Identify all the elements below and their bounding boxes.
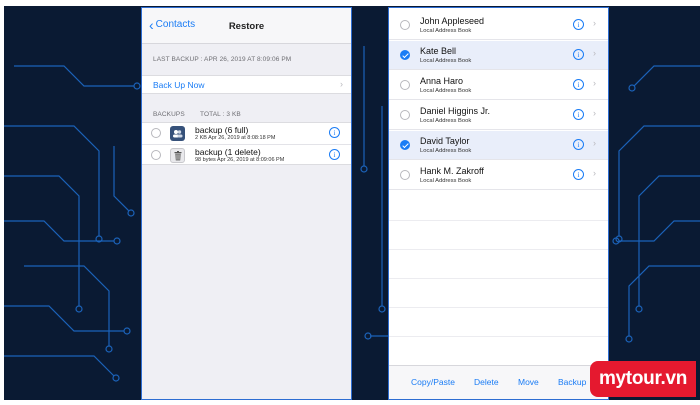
- back-up-now-label: Back Up Now: [153, 80, 205, 90]
- backup-meta: 98 bytes Apr 26, 2019 at 8:09:06 PM: [195, 157, 285, 163]
- backups-header: BACKUPS: [153, 111, 185, 118]
- contact-name: David Taylor: [420, 136, 470, 146]
- divider: [389, 249, 608, 250]
- contact-select-radio[interactable]: [400, 170, 410, 180]
- chevron-right-icon: ›: [593, 168, 596, 178]
- contact-name: Hank M. Zakroff: [420, 166, 484, 176]
- contact-name: Daniel Higgins Jr.: [420, 106, 491, 116]
- contact-select-radio[interactable]: [400, 20, 410, 30]
- info-icon[interactable]: i: [573, 49, 584, 60]
- contact-source: Local Address Book: [420, 148, 472, 154]
- chevron-right-icon: ›: [593, 48, 596, 58]
- contact-name: Anna Haro: [420, 76, 464, 86]
- contact-source: Local Address Book: [420, 58, 472, 64]
- contact-row[interactable]: John Appleseed Local Address Book i ›: [389, 11, 608, 40]
- info-icon[interactable]: i: [329, 127, 340, 138]
- total-size-header: TOTAL : 3 KB: [200, 111, 241, 118]
- copy-paste-button[interactable]: Copy/Paste: [411, 377, 455, 387]
- contacts-icon: [170, 126, 185, 141]
- backups-list: backup (6 full) 2 KB Apr 26, 2019 at 8:0…: [142, 122, 351, 165]
- backup-meta: 2 KB Apr 26, 2019 at 8:08:18 PM: [195, 135, 276, 141]
- backup-select-radio[interactable]: [151, 150, 161, 160]
- info-icon[interactable]: i: [329, 149, 340, 160]
- move-button[interactable]: Move: [518, 377, 539, 387]
- info-icon[interactable]: i: [573, 139, 584, 150]
- contact-select-radio[interactable]: [400, 140, 410, 150]
- contact-select-radio[interactable]: [400, 80, 410, 90]
- contact-row[interactable]: Anna Haro Local Address Book i ›: [389, 71, 608, 100]
- divider: [389, 278, 608, 279]
- backup-row[interactable]: backup (6 full) 2 KB Apr 26, 2019 at 8:0…: [142, 123, 351, 144]
- chevron-right-icon: ›: [593, 138, 596, 148]
- contact-select-radio[interactable]: [400, 110, 410, 120]
- backup-row[interactable]: backup (1 delete) 98 bytes Apr 26, 2019 …: [142, 144, 351, 165]
- restore-screen: ‹ Contacts Restore LAST BACKUP : APR 26,…: [141, 7, 352, 400]
- contacts-screen: John Appleseed Local Address Book i › Ka…: [388, 7, 609, 400]
- restore-navbar: ‹ Contacts Restore: [142, 8, 351, 44]
- divider: [389, 220, 608, 221]
- backup-select-radio[interactable]: [151, 128, 161, 138]
- contact-row[interactable]: Daniel Higgins Jr. Local Address Book i …: [389, 101, 608, 130]
- info-icon[interactable]: i: [573, 79, 584, 90]
- backup-name: backup (1 delete): [195, 147, 261, 157]
- screenshot-stage: ‹ Contacts Restore LAST BACKUP : APR 26,…: [0, 0, 700, 405]
- contact-row[interactable]: Hank M. Zakroff Local Address Book i ›: [389, 161, 608, 190]
- contact-source: Local Address Book: [420, 118, 472, 124]
- watermark-logo: mytour.vn: [590, 361, 696, 397]
- contact-source: Local Address Book: [420, 178, 472, 184]
- backup-name: backup (6 full): [195, 125, 249, 135]
- trash-icon: [170, 148, 185, 163]
- info-icon[interactable]: i: [573, 19, 584, 30]
- contact-source: Local Address Book: [420, 88, 472, 94]
- contact-row[interactable]: David Taylor Local Address Book i ›: [389, 131, 608, 160]
- info-icon[interactable]: i: [573, 169, 584, 180]
- contact-select-radio[interactable]: [400, 50, 410, 60]
- contact-source: Local Address Book: [420, 28, 472, 34]
- contact-row[interactable]: Kate Bell Local Address Book i ›: [389, 41, 608, 70]
- chevron-right-icon: ›: [593, 78, 596, 88]
- chevron-right-icon: ›: [340, 79, 343, 89]
- chevron-right-icon: ›: [593, 18, 596, 28]
- last-backup-label: LAST BACKUP : APR 26, 2019 AT 8:09:06 PM: [153, 56, 292, 63]
- back-up-now-button[interactable]: Back Up Now ›: [142, 75, 351, 94]
- contact-name: John Appleseed: [420, 16, 485, 26]
- page-title: Restore: [228, 21, 265, 32]
- delete-button[interactable]: Delete: [474, 377, 499, 387]
- contact-name: Kate Bell: [420, 46, 457, 56]
- backup-button[interactable]: Backup: [558, 377, 586, 387]
- divider: [389, 307, 608, 308]
- bottom-toolbar: Copy/Paste Delete Move Backup: [389, 365, 608, 399]
- divider: [389, 336, 608, 337]
- chevron-right-icon: ›: [593, 108, 596, 118]
- info-icon[interactable]: i: [573, 109, 584, 120]
